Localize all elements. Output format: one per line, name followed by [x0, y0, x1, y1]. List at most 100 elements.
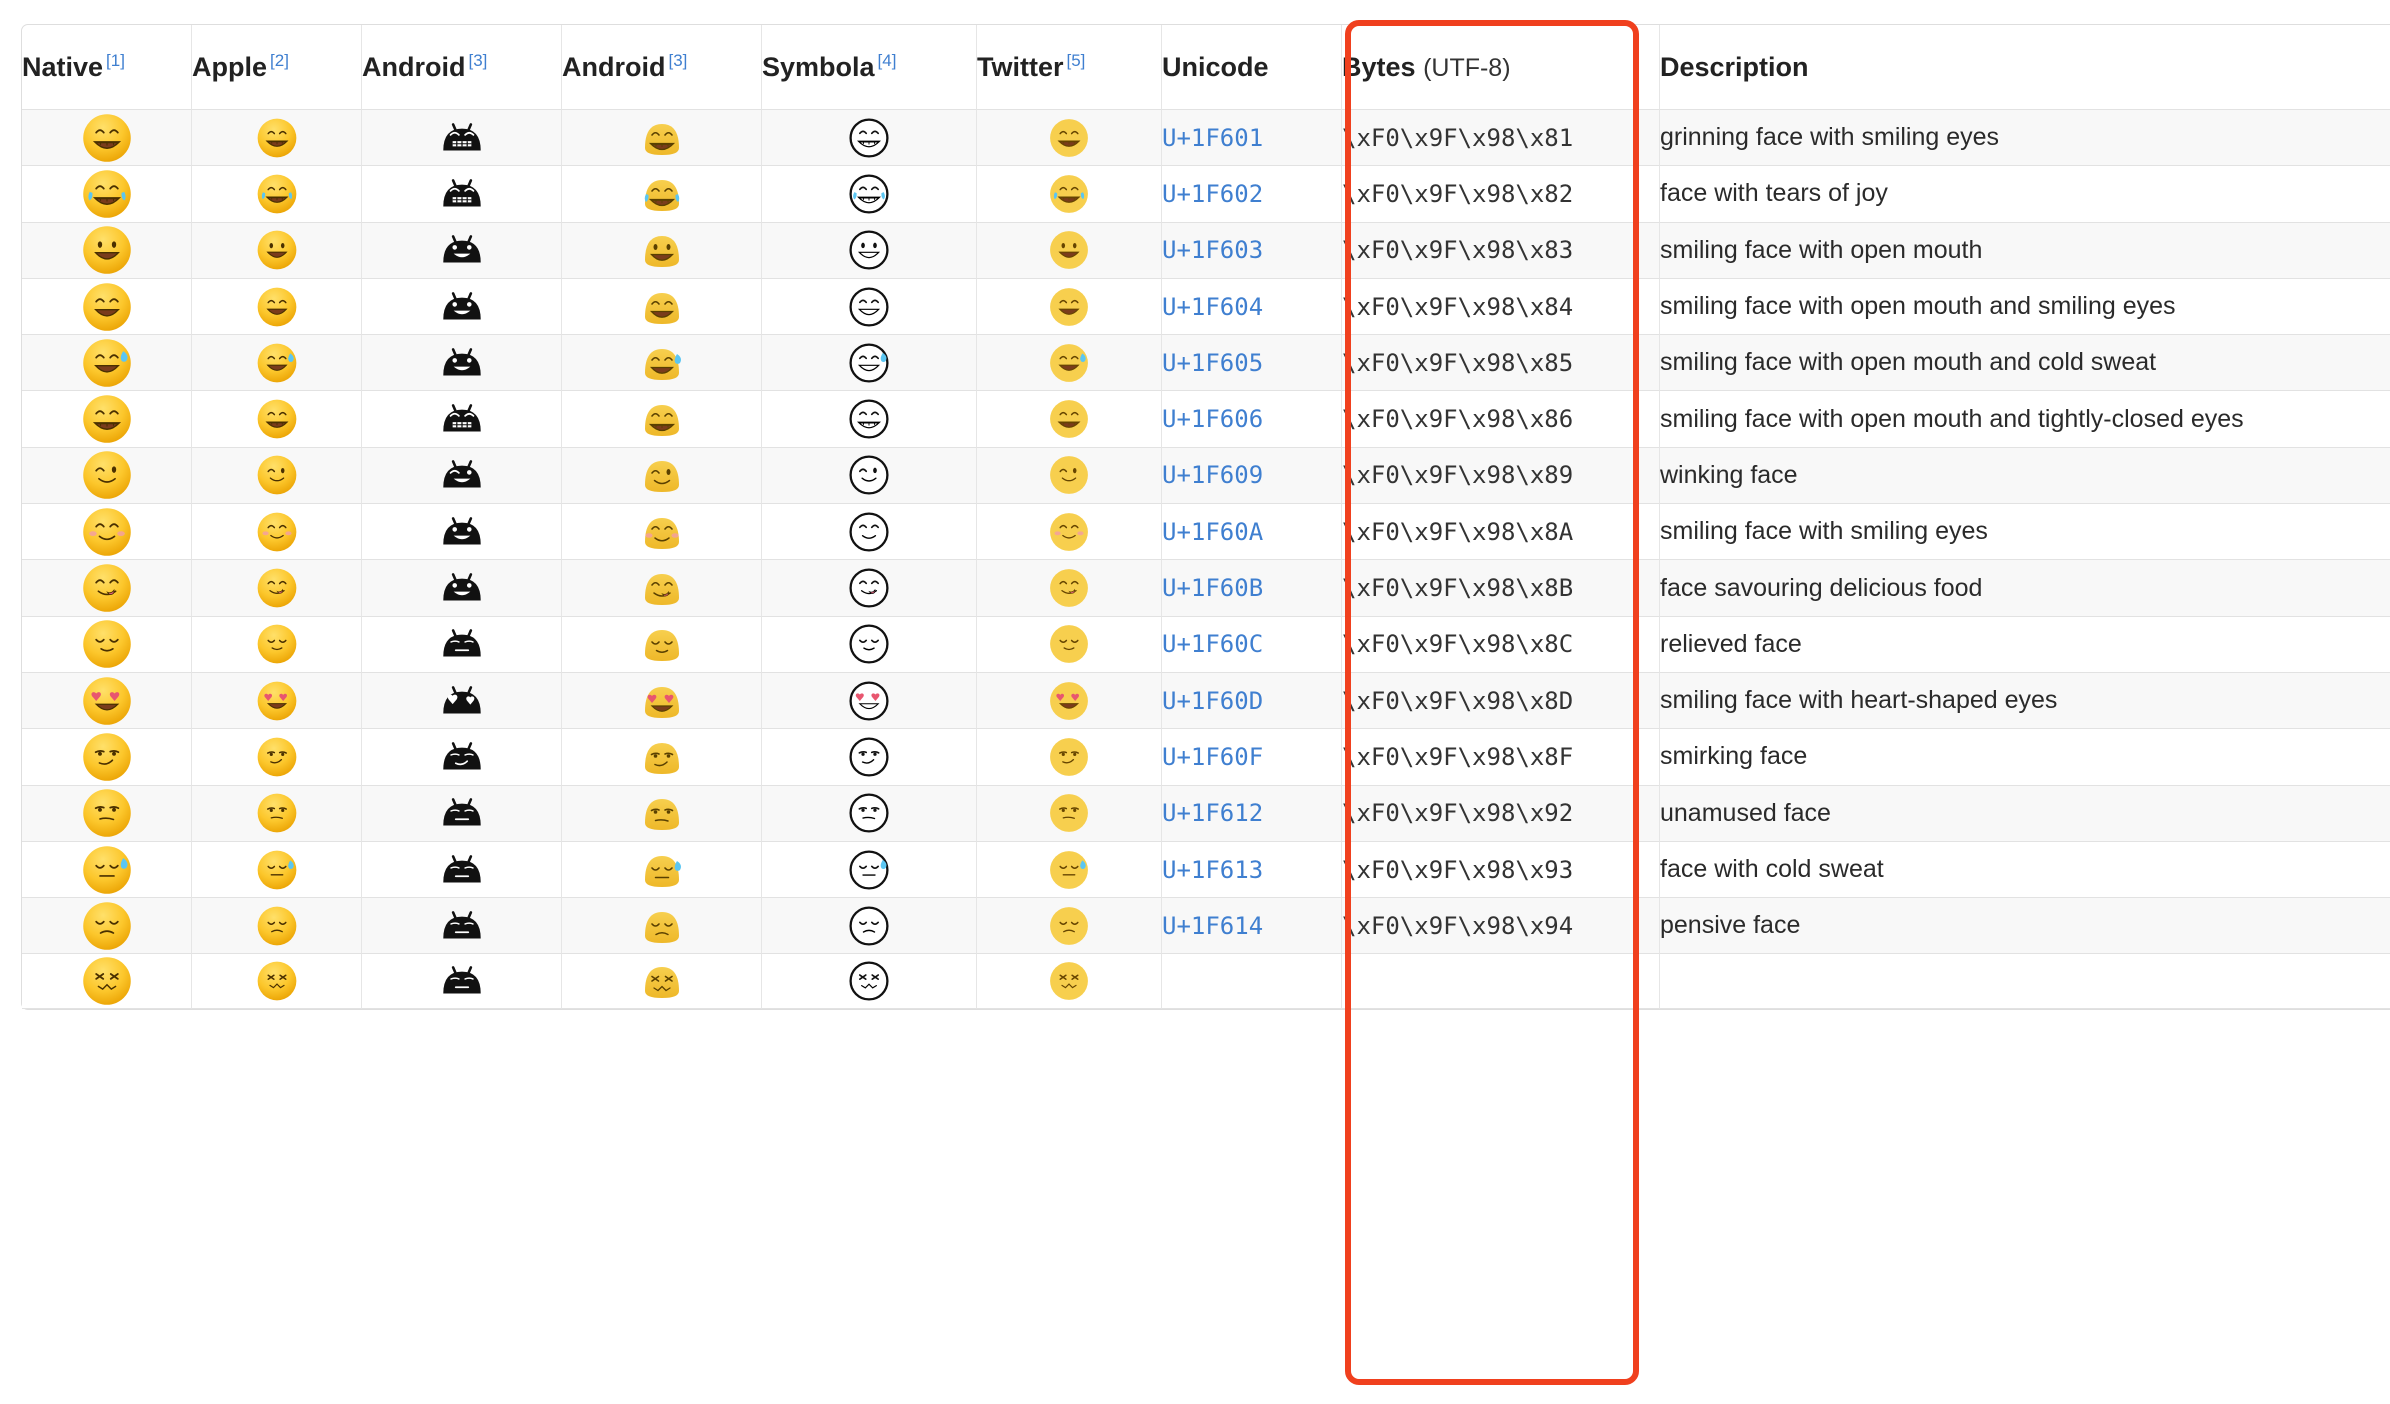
- unicode-link[interactable]: U+1F60F: [1162, 743, 1263, 771]
- emoji-cell-android-legacy: [362, 785, 562, 842]
- emoji-cell-native: [22, 391, 192, 448]
- column-header-description[interactable]: Description: [1660, 25, 2390, 110]
- emoji-glyph: [82, 451, 131, 500]
- column-header-bytes[interactable]: Bytes (UTF-8): [1342, 25, 1660, 110]
- unicode-codepoint-link[interactable]: U+1F60B: [1162, 560, 1342, 617]
- unicode-codepoint-link[interactable]: U+1F604: [1162, 278, 1342, 336]
- emoji-glyph-twitter: [1050, 625, 1088, 664]
- emoji-glyph: [82, 845, 131, 894]
- unicode-link[interactable]: U+1F606: [1162, 405, 1263, 433]
- column-header-unicode[interactable]: Unicode: [1162, 25, 1342, 110]
- unicode-codepoint-link[interactable]: U+1F613: [1162, 841, 1342, 899]
- footnote-ref-2[interactable]: [2]: [270, 51, 289, 70]
- emoji-glyph-symbola: [849, 512, 889, 552]
- emoji-cell-native: [22, 672, 192, 730]
- table-row: U+1F612 \xF0\x9F\x98\x92 unamused face: [22, 785, 2390, 842]
- unicode-link[interactable]: U+1F614: [1162, 912, 1263, 940]
- emoji-glyph: [82, 170, 131, 218]
- column-header-symbola[interactable]: Symbola [4]: [762, 25, 977, 110]
- footnote-ref-5[interactable]: [5]: [1067, 51, 1086, 70]
- unicode-link[interactable]: U+1F609: [1162, 461, 1263, 489]
- unicode-codepoint-link[interactable]: U+1F605: [1162, 335, 1342, 392]
- unicode-link[interactable]: U+1F612: [1162, 799, 1263, 827]
- bytes-utf8-value: \xF0\x9F\x98\x85: [1342, 335, 1660, 392]
- unicode-link[interactable]: U+1F602: [1162, 180, 1263, 208]
- bytes-utf8-value: \xF0\x9F\x98\x83: [1342, 222, 1660, 279]
- emoji-glyph-android-blob: [644, 405, 679, 437]
- unicode-codepoint-link[interactable]: U+1F614: [1162, 898, 1342, 955]
- column-header-apple[interactable]: Apple [2]: [192, 25, 362, 110]
- unicode-link[interactable]: U+1F604: [1162, 293, 1263, 321]
- table-row: U+1F609 \xF0\x9F\x98\x89 winking face: [22, 447, 2390, 505]
- emoji-cell-twitter: [977, 616, 1162, 673]
- column-header-twitter[interactable]: Twitter [5]: [977, 25, 1162, 110]
- footnote-ref-1[interactable]: [1]: [106, 51, 125, 70]
- unicode-link[interactable]: U+1F60C: [1162, 630, 1263, 658]
- unicode-link[interactable]: U+1F60B: [1162, 574, 1263, 602]
- unicode-link[interactable]: U+1F613: [1162, 856, 1263, 884]
- unicode-codepoint-link: [1162, 954, 1342, 1010]
- bytes-utf8-value: \xF0\x9F\x98\x8B: [1342, 560, 1660, 617]
- footnote-ref-3a[interactable]: [3]: [468, 51, 487, 70]
- unicode-codepoint-link[interactable]: U+1F60D: [1162, 672, 1342, 730]
- footnote-ref-3b[interactable]: [3]: [668, 51, 687, 70]
- emoji-glyph: [257, 962, 296, 1001]
- emoji-cell-apple: [192, 447, 362, 505]
- emoji-cell-apple: [192, 898, 362, 955]
- emoji-glyph: [257, 512, 296, 552]
- table-row: U+1F60B \xF0\x9F\x98\x8B face savouring de…: [22, 560, 2390, 617]
- table-row: U+1F60D \xF0\x9F\x98\x8D smiling face with…: [22, 672, 2390, 730]
- emoji-cell-android-blob: [562, 447, 762, 505]
- emoji-glyph-twitter: [1050, 850, 1088, 889]
- emoji-glyph-android-blob: [644, 799, 679, 831]
- unicode-codepoint-link[interactable]: U+1F606: [1162, 391, 1342, 448]
- emoji-cell-twitter: [977, 335, 1162, 392]
- unicode-codepoint-link[interactable]: U+1F603: [1162, 222, 1342, 279]
- unicode-codepoint-link[interactable]: U+1F609: [1162, 447, 1342, 505]
- unicode-codepoint-link[interactable]: U+1F60A: [1162, 504, 1342, 561]
- column-header-android-2[interactable]: Android [3]: [562, 25, 762, 110]
- description-text: face savouring delicious food: [1660, 560, 2390, 617]
- table-header: Native [1] Apple [2] Android [3] Android [3]…: [22, 25, 2390, 110]
- description-text: smiling face with smiling eyes: [1660, 504, 2390, 561]
- unicode-codepoint-link[interactable]: U+1F60F: [1162, 729, 1342, 786]
- emoji-cell-twitter: [977, 447, 1162, 505]
- emoji-glyph-symbola: [849, 343, 889, 383]
- footnote-ref-4[interactable]: [4]: [878, 51, 897, 70]
- emoji-cell-native: [22, 504, 192, 561]
- emoji-glyph: [82, 676, 131, 725]
- column-header-symbola-label: Symbola: [762, 52, 875, 82]
- column-header-android-1[interactable]: Android [3]: [362, 25, 562, 110]
- emoji-cell-android-legacy: [362, 729, 562, 786]
- unicode-link[interactable]: U+1F605: [1162, 349, 1263, 377]
- emoji-glyph: [82, 226, 131, 274]
- emoji-glyph: [82, 733, 131, 781]
- emoji-cell-apple: [192, 222, 362, 279]
- emoji-glyph-symbola: [849, 624, 889, 664]
- emoji-glyph-symbola: [849, 230, 889, 270]
- emoji-cell-android-blob: [562, 222, 762, 279]
- emoji-cell-symbola: [762, 391, 977, 448]
- emoji-glyph-android-legacy: [442, 573, 481, 601]
- unicode-link[interactable]: U+1F60D: [1162, 687, 1263, 715]
- emoji-cell-twitter: [977, 222, 1162, 279]
- table-row: U+1F603 \xF0\x9F\x98\x83 smiling face with…: [22, 222, 2390, 279]
- column-header-apple-label: Apple: [192, 52, 268, 82]
- unicode-codepoint-link[interactable]: U+1F602: [1162, 166, 1342, 223]
- unicode-link[interactable]: U+1F601: [1162, 124, 1263, 152]
- emoji-glyph-symbola: [849, 681, 889, 721]
- unicode-codepoint-link[interactable]: U+1F60C: [1162, 616, 1342, 673]
- description-text: face with tears of joy: [1660, 166, 2390, 223]
- emoji-cell-android-blob: [562, 672, 762, 730]
- emoji-cell-native: [22, 898, 192, 955]
- unicode-codepoint-link[interactable]: U+1F601: [1162, 110, 1342, 167]
- emoji-glyph-android-legacy: [442, 348, 481, 376]
- emoji-glyph: [257, 568, 296, 608]
- bytes-utf8-value: \xF0\x9F\x98\x82: [1342, 166, 1660, 223]
- unicode-link[interactable]: U+1F60A: [1162, 518, 1263, 546]
- unicode-codepoint-link[interactable]: U+1F612: [1162, 785, 1342, 842]
- unicode-link[interactable]: U+1F603: [1162, 236, 1263, 264]
- emoji-glyph-android-legacy: [442, 516, 481, 545]
- column-header-native[interactable]: Native [1]: [22, 25, 192, 110]
- emoji-glyph: [257, 456, 296, 495]
